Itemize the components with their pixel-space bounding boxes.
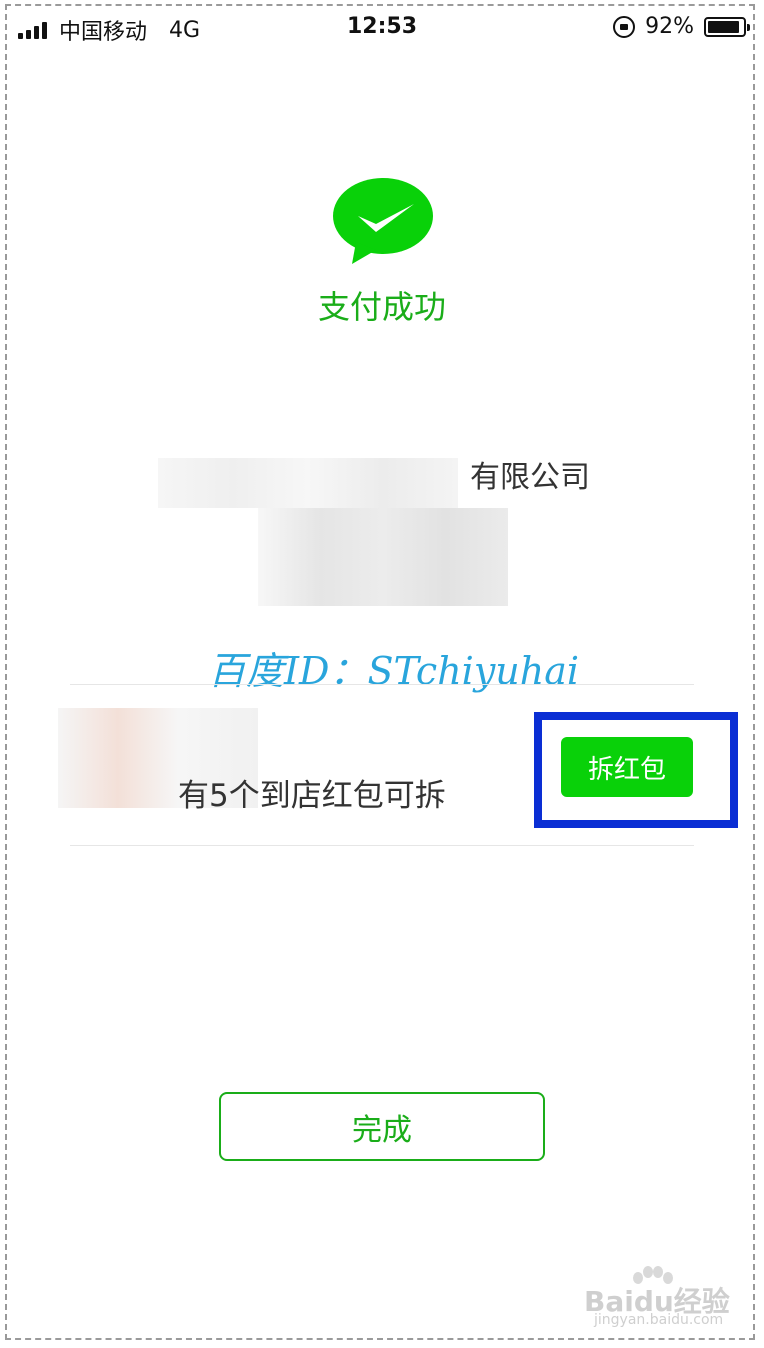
merchant-name-redacted [158, 458, 458, 508]
author-watermark: 百度ID：STchiyuhai [208, 649, 580, 693]
status-right: 92% [613, 14, 750, 39]
rotation-lock-icon [613, 15, 636, 38]
amount-redacted [258, 508, 508, 606]
baidu-domain-text: jingyan.baidu.com [594, 1312, 724, 1328]
red-packet-promo-text: 有5个到店红包可拆 [178, 778, 446, 814]
baidu-jingyan-watermark: Baidu经验 jingyan.baidu.com [584, 1266, 734, 1328]
payment-success-title: 支付成功 [317, 288, 446, 326]
open-red-packet-button[interactable]: 拆红包 [561, 737, 693, 797]
merchant-name-suffix: 有限公司 [470, 460, 590, 495]
done-button[interactable]: 完成 [219, 1092, 545, 1161]
divider-top [70, 684, 694, 685]
battery-percent: 92% [645, 14, 694, 39]
divider-bottom [70, 845, 694, 846]
battery-icon [704, 16, 750, 37]
wechat-pay-check-icon [333, 178, 433, 264]
status-bar: 中国移动 4G 12:53 92% [18, 10, 750, 46]
